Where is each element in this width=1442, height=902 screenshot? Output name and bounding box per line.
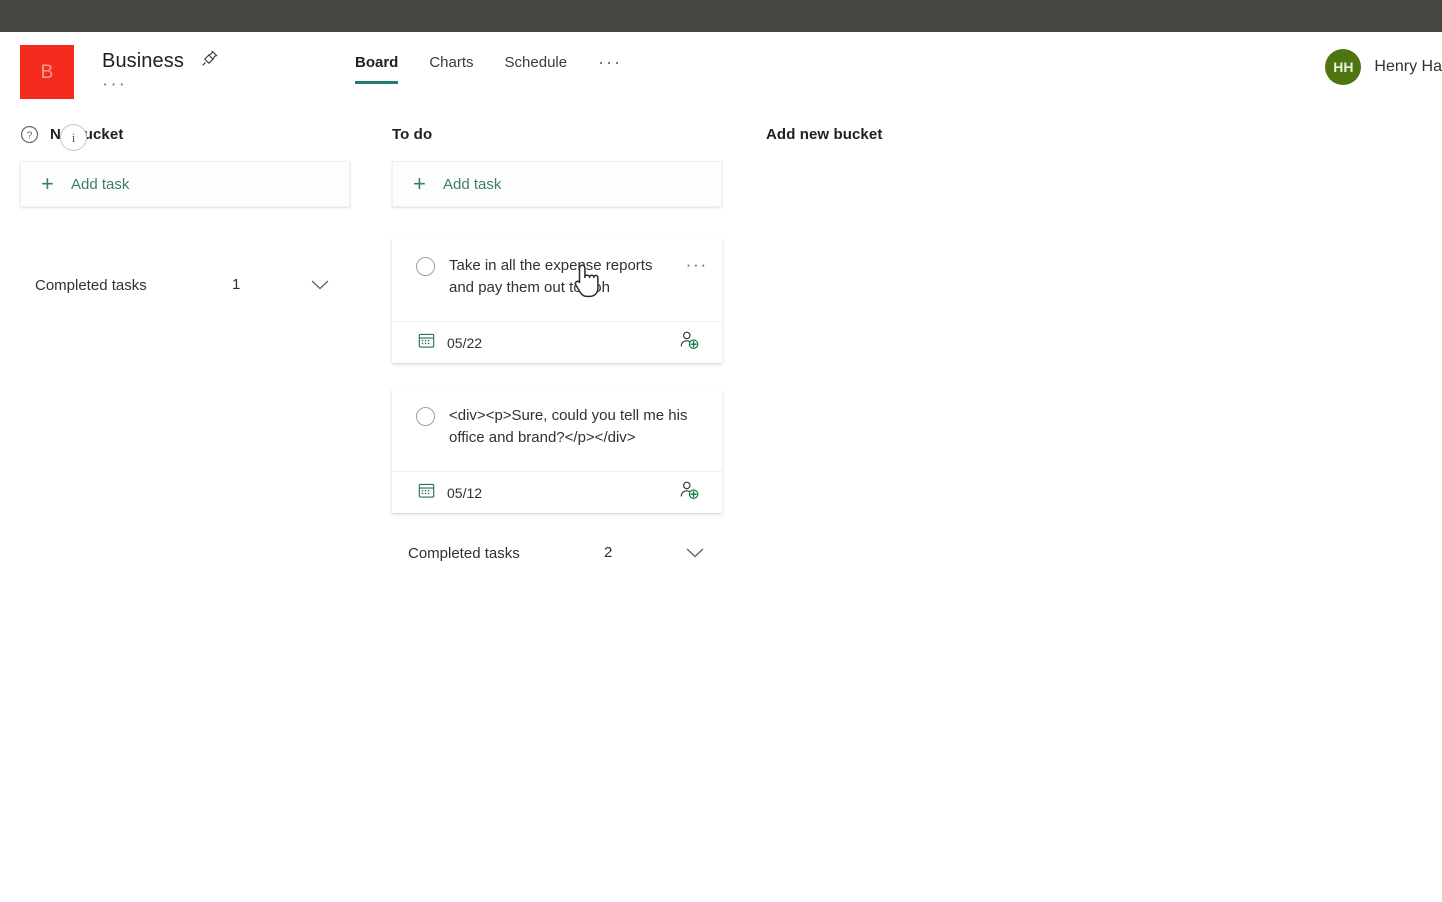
calendar-icon[interactable] <box>418 482 435 504</box>
add-new-bucket[interactable]: Add new bucket <box>766 122 986 146</box>
task-title: <div><p>Sure, could you tell me his offi… <box>449 407 688 446</box>
plan-logo[interactable]: B <box>20 45 74 99</box>
completed-tasks-count: 2 <box>604 544 613 561</box>
task-due-date: 05/12 <box>447 484 483 501</box>
completed-tasks-toggle-no-bucket[interactable]: Completed tasks 1 <box>35 268 345 302</box>
chevron-down-icon[interactable] <box>310 278 330 297</box>
calendar-icon[interactable] <box>418 332 435 354</box>
user-account-chip[interactable]: HH Henry Ha <box>1325 49 1442 85</box>
completed-tasks-label: Completed tasks <box>408 544 520 562</box>
avatar: HH <box>1325 49 1362 85</box>
task-complete-checkbox[interactable] <box>416 257 435 276</box>
board-canvas: ? No bucket + Add task Completed tasks 1… <box>0 104 1442 902</box>
task-card[interactable]: <div><p>Sure, could you tell me his offi… <box>392 389 722 513</box>
add-task-label: Add task <box>71 175 130 193</box>
assign-person-icon[interactable] <box>678 479 700 506</box>
completed-tasks-count: 1 <box>232 276 241 293</box>
task-card-footer: 05/22 <box>392 321 722 363</box>
task-complete-checkbox[interactable] <box>416 407 435 426</box>
task-card-body: Take in all the expense reports and pay … <box>392 239 722 321</box>
completed-tasks-label: Completed tasks <box>35 276 147 294</box>
bucket-header: Add new bucket <box>766 122 986 146</box>
plan-title-group: Business ··· <box>102 49 219 94</box>
chevron-down-icon[interactable] <box>685 546 705 565</box>
task-card-body: <div><p>Sure, could you tell me his offi… <box>392 389 722 471</box>
task-more-menu-icon[interactable]: ··· <box>686 256 708 273</box>
add-task-button[interactable]: + Add task <box>20 161 350 207</box>
bucket-title: To do <box>392 125 433 143</box>
user-name-label: Henry Ha <box>1374 58 1442 75</box>
tab-schedule[interactable]: Schedule <box>505 54 568 84</box>
assign-person-icon[interactable] <box>678 329 700 356</box>
plan-logo-letter: B <box>40 61 54 83</box>
pin-icon[interactable] <box>201 49 219 72</box>
help-circle-icon[interactable]: ? <box>20 125 39 144</box>
task-card[interactable]: Take in all the expense reports and pay … <box>392 239 722 363</box>
svg-text:?: ? <box>27 130 33 141</box>
task-card-footer: 05/12 <box>392 471 722 513</box>
tab-charts[interactable]: Charts <box>429 54 473 84</box>
add-task-button[interactable]: + Add task <box>392 161 722 207</box>
completed-tasks-toggle-to-do[interactable]: Completed tasks 2 <box>408 536 718 570</box>
app-header: B i Business ··· Board Charts Schedule ·… <box>0 32 1442 151</box>
tabs-more-icon[interactable]: ··· <box>598 53 622 71</box>
page-title: Business <box>102 50 184 72</box>
bucket-to-do: To do + Add task Take in all the expense… <box>392 122 722 539</box>
bucket-header: To do <box>392 122 722 146</box>
nav-tabs: Board Charts Schedule ··· <box>355 53 622 84</box>
info-badge-icon[interactable]: i <box>60 124 87 151</box>
plan-options-ellipsis[interactable]: ··· <box>102 75 219 94</box>
tab-board[interactable]: Board <box>355 54 399 84</box>
task-due-date: 05/22 <box>447 334 483 351</box>
plus-icon: + <box>41 171 54 196</box>
browser-chrome-bar <box>0 0 1442 32</box>
add-task-label: Add task <box>443 175 502 193</box>
task-title: Take in all the expense reports and pay … <box>449 257 653 296</box>
plus-icon: + <box>413 171 426 196</box>
add-new-bucket-label: Add new bucket <box>766 125 883 143</box>
task-list: Take in all the expense reports and pay … <box>392 239 722 513</box>
